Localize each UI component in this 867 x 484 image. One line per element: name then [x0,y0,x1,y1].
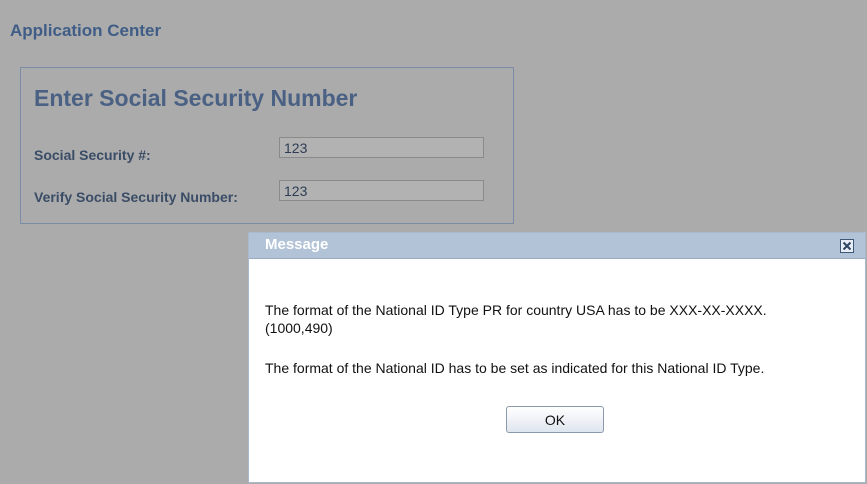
dialog-title: Message [265,236,329,253]
verify-ssn-label: Verify Social Security Number: [34,189,238,205]
close-x-glyph [842,241,852,251]
close-icon[interactable] [840,239,854,253]
ssn-label: Social Security #: [34,147,151,163]
message-line-2: (1000,490) [265,320,333,336]
form-title: Enter Social Security Number [34,85,358,111]
message-line-3: The format of the National ID has to be … [265,360,765,376]
dialog-header[interactable]: Message [249,233,865,259]
ssn-input[interactable] [279,137,484,158]
ok-button[interactable]: OK [506,406,604,433]
ssn-form-panel: Enter Social Security Number Social Secu… [20,67,514,224]
verify-ssn-input[interactable] [279,180,484,201]
message-line-1: The format of the National ID Type PR fo… [265,302,767,318]
page-title: Application Center [10,21,162,40]
message-dialog: Message The format of the National ID Ty… [248,232,866,483]
